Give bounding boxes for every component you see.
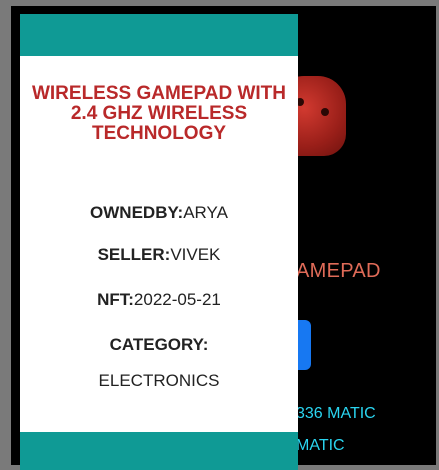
nft-label: NFT:	[97, 290, 134, 309]
product-detail-card: WIRELESS GAMEPAD WITH 2.4 GHZ WIRELESS T…	[20, 14, 298, 470]
back-product-title: AMEPAD	[296, 260, 381, 282]
price-primary: 336 MATIC	[296, 405, 376, 422]
product-title: WIRELESS GAMEPAD WITH 2.4 GHZ WIRELESS T…	[31, 83, 287, 144]
nft-row: NFT:2022-05-21	[20, 290, 298, 310]
owned-by-value: ARYA	[183, 203, 228, 222]
card-footer-band	[20, 432, 298, 470]
price-secondary: MATIC	[296, 437, 345, 454]
owned-by-row: OWNEDBY:ARYA	[20, 203, 298, 223]
seller-value: VIVEK	[170, 245, 221, 264]
card-header-band	[20, 14, 298, 56]
gamepad-button-dot	[321, 108, 329, 116]
category-label: CATEGORY:	[109, 335, 209, 354]
nft-value: 2022-05-21	[133, 290, 221, 309]
category-value: ELECTRONICS	[98, 371, 220, 390]
owned-by-label: OWNEDBY:	[90, 203, 184, 222]
seller-row: SELLER:VIVEK	[20, 245, 298, 265]
seller-label: SELLER:	[97, 245, 171, 264]
